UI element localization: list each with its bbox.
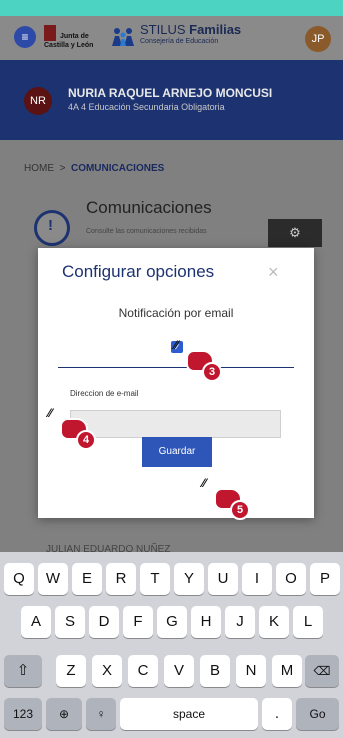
student-course: 4A 4 Educación Secundaria Obligatoria — [68, 102, 225, 112]
step-badge: 4 — [76, 430, 96, 450]
student-avatar: NR — [24, 87, 52, 115]
key-y[interactable]: Y — [174, 563, 204, 595]
key-x[interactable]: X — [92, 655, 122, 687]
menu-icon[interactable]: ≡ — [14, 26, 36, 48]
logo-text-2: Castilla y León — [44, 42, 94, 49]
key-b[interactable]: B — [200, 655, 230, 687]
divider — [58, 367, 294, 368]
shift-icon[interactable]: ⇧ — [4, 655, 42, 687]
key-z[interactable]: Z — [56, 655, 86, 687]
email-field[interactable] — [70, 410, 281, 438]
go-key[interactable]: Go — [296, 698, 339, 730]
key-h[interactable]: H — [191, 606, 221, 638]
gear-icon: ⚙ — [289, 225, 301, 240]
tap-hand-icon: ⁄⁄ 4 — [48, 406, 96, 450]
page-title: Comunicaciones — [86, 198, 212, 217]
key-e[interactable]: E — [72, 563, 102, 595]
key-i[interactable]: I — [242, 563, 272, 595]
key-p[interactable]: P — [310, 563, 340, 595]
app-subtitle: Consejería de Educación — [140, 38, 219, 45]
save-button[interactable]: Guardar — [142, 437, 212, 467]
app-title: STILUS Familias — [140, 22, 241, 37]
logo-text-1: Junta de — [60, 33, 89, 40]
breadcrumb-separator: > — [59, 163, 66, 174]
key-m[interactable]: M — [272, 655, 302, 687]
key-v[interactable]: V — [164, 655, 194, 687]
page-subtitle: Consulte las comunicaciones recibidas — [86, 228, 207, 235]
breadcrumb-current: COMUNICACIONES — [70, 163, 165, 174]
close-icon[interactable]: × — [268, 262, 279, 283]
key-j[interactable]: J — [225, 606, 255, 638]
key-f[interactable]: F — [123, 606, 153, 638]
onscreen-keyboard: QWERTYUIOP ASDFGHJKL ZXCVBNM 123 ⊕ ♀ space… — [0, 552, 343, 738]
key-n[interactable]: N — [236, 655, 266, 687]
tap-hand-icon: ⁄⁄ 3 — [174, 338, 222, 382]
tap-spark-icon: ⁄⁄ — [48, 406, 53, 420]
dialog-title: Configurar opciones — [62, 262, 215, 281]
student-name: NURIA RAQUEL ARNEJO MONCUSI — [68, 86, 273, 100]
key-o[interactable]: O — [276, 563, 306, 595]
key-q[interactable]: Q — [4, 563, 34, 595]
app-header: ≡ Junta de Castilla y León STILUS Famili… — [0, 16, 343, 60]
globe-icon[interactable]: ⊕ — [46, 698, 82, 730]
app-title-light: STILUS — [140, 22, 186, 37]
key-r[interactable]: R — [106, 563, 136, 595]
tap-spark-icon: ⁄⁄ — [202, 476, 207, 490]
key-d[interactable]: D — [89, 606, 119, 638]
family-icon — [110, 26, 136, 48]
app-title-bold: Familias — [189, 22, 242, 37]
key-u[interactable]: U — [208, 563, 238, 595]
key-s[interactable]: S — [55, 606, 85, 638]
microphone-icon[interactable]: ♀ — [86, 698, 116, 730]
period-key[interactable]: . — [262, 698, 292, 730]
backspace-icon[interactable]: ⌫ — [305, 655, 339, 687]
breadcrumb: HOME > COMUNICACIONES — [24, 163, 164, 174]
step-badge: 3 — [202, 362, 222, 382]
communications-icon: ! — [34, 210, 70, 246]
crest-icon — [44, 25, 56, 41]
key-k[interactable]: K — [259, 606, 289, 638]
email-field-label: Direccion de e-mail — [70, 389, 139, 398]
key-t[interactable]: T — [140, 563, 170, 595]
key-g[interactable]: G — [157, 606, 187, 638]
tap-spark-icon: ⁄⁄ — [174, 338, 179, 352]
key-l[interactable]: L — [293, 606, 323, 638]
student-banner: NR NURIA RAQUEL ARNEJO MONCUSI 4A 4 Educ… — [0, 60, 343, 140]
key-w[interactable]: W — [38, 563, 68, 595]
breadcrumb-home[interactable]: HOME — [24, 163, 54, 174]
status-bar — [0, 0, 343, 16]
account-avatar[interactable]: JP — [305, 26, 331, 52]
key-c[interactable]: C — [128, 655, 158, 687]
jcyl-logo: Junta de Castilla y León — [44, 25, 100, 53]
space-key[interactable]: space — [120, 698, 258, 730]
email-notification-label: Notificación por email — [118, 306, 234, 320]
tap-hand-icon: ⁄⁄ 5 — [202, 476, 250, 520]
key-a[interactable]: A — [21, 606, 51, 638]
settings-button[interactable]: ⚙ — [268, 219, 322, 247]
step-badge: 5 — [230, 500, 250, 520]
config-dialog: Configurar opciones × Notificación por e… — [38, 248, 314, 518]
numbers-key[interactable]: 123 — [4, 698, 42, 730]
